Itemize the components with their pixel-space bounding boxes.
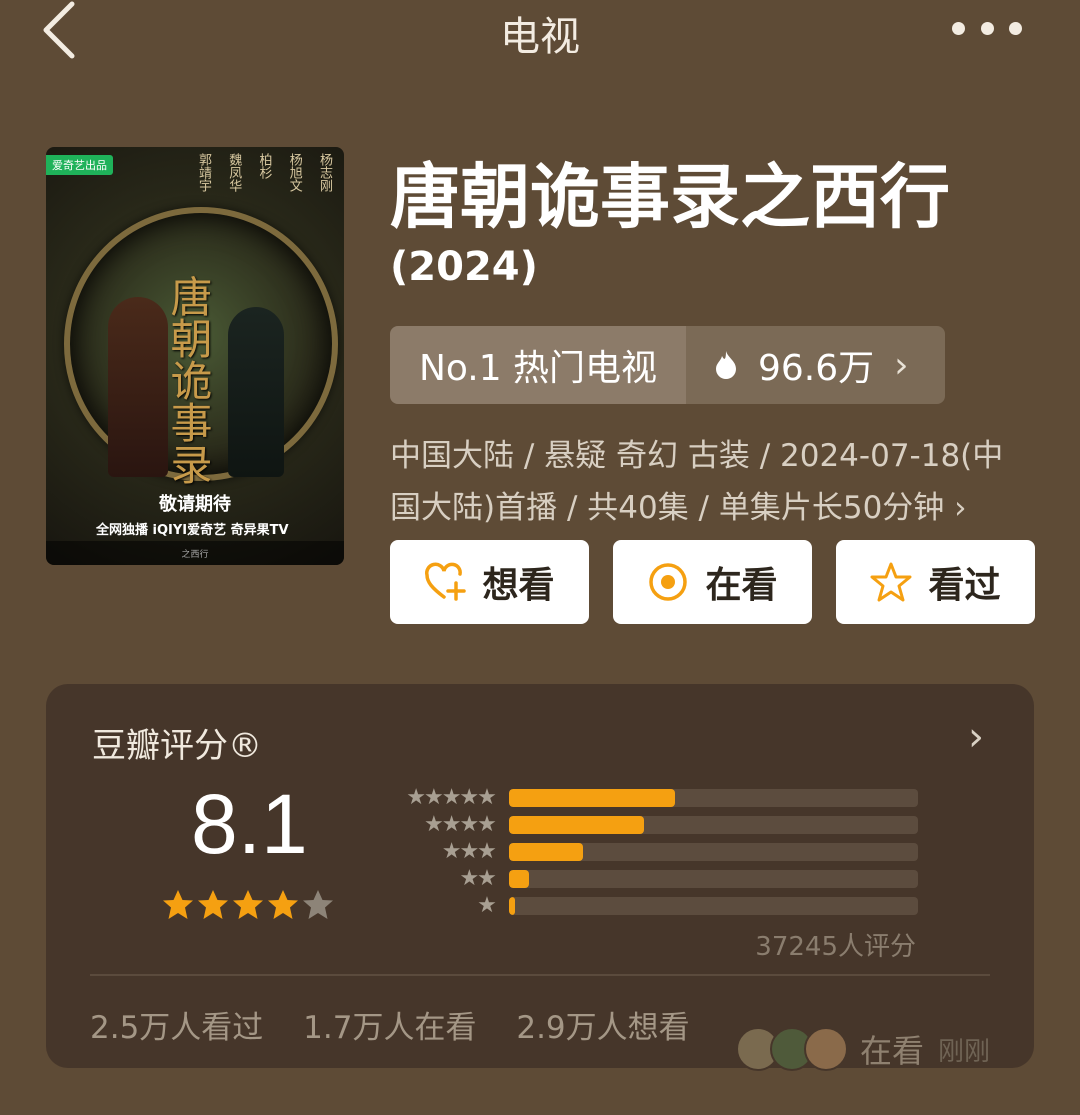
chevron-right-icon: › — [894, 344, 909, 386]
distribution-row: ★ — [378, 892, 918, 919]
poster-platform-text: 全网独播 iQIYI爱奇艺 奇异果TV — [96, 523, 289, 538]
rating-count: 37245人评分 — [755, 932, 916, 962]
watching-count: 1.7万人在看 — [303, 1010, 477, 1046]
distribution-bar-fill — [508, 788, 675, 807]
rank-label: No.1 热门电视 — [390, 326, 686, 404]
watched-count: 2.5万人看过 — [90, 1010, 264, 1046]
poster-cast-name: 魏凤华 — [226, 153, 242, 192]
poster-production-tag: 爱奇艺出品 — [46, 155, 113, 175]
heat-section: 96.6万 › — [686, 326, 945, 404]
distribution-stars-label: ★ — [477, 893, 497, 918]
watching-button[interactable]: 在看 — [613, 540, 812, 624]
star-filled-icon — [233, 890, 263, 919]
watch-stats: 2.5万人看过 1.7万人在看 2.9万人想看 — [90, 1002, 720, 1047]
avatar-group — [735, 1027, 848, 1071]
watched-label: 看过 — [928, 565, 1001, 606]
star-outline-icon — [870, 562, 912, 602]
watched-button[interactable]: 看过 — [836, 540, 1035, 624]
distribution-stars-label: ★★ — [459, 866, 496, 891]
distribution-bar-track — [508, 842, 918, 861]
distribution-bar-fill — [508, 815, 644, 834]
page-title: 电视 — [500, 14, 580, 60]
star-empty-icon — [303, 890, 333, 919]
heat-value: 96.6万 — [758, 348, 875, 389]
activity-time: 刚刚 — [937, 1036, 990, 1067]
distribution-stars-label: ★★★★★ — [406, 785, 497, 810]
movie-title: 唐朝诡事录之西行 — [390, 156, 950, 238]
star-filled-icon — [163, 890, 193, 919]
douban-rating-card[interactable]: 豆瓣评分® › 8.1 ★★★★★ ★★★★ ★★★ ★★ ★ 37245人评分 2.5… — [46, 684, 1034, 1071]
distribution-row: ★★★★ — [378, 811, 918, 838]
poster-expect-text: 敬请期待 — [159, 494, 231, 515]
rating-score: 8.1 — [191, 777, 308, 871]
want-label: 想看 — [482, 565, 555, 606]
divider — [90, 974, 990, 976]
movie-year: (2024) — [390, 244, 538, 290]
movie-meta-info[interactable]: 中国大陆 / 悬疑 奇幻 古装 / 2024-07-18(中国大陆)首播 / 共… — [390, 430, 1030, 534]
poster-cast-name: 郭靖宇 — [196, 153, 211, 192]
chevron-right-icon[interactable]: › — [968, 714, 984, 760]
poster-cast-name: 杨志刚 — [317, 153, 332, 192]
target-circle-icon — [649, 563, 688, 601]
watching-label: 在看 — [705, 565, 778, 606]
poster-cast-list: 郭靖宇 魏凤华 柏杉 杨旭文 杨志刚 — [194, 153, 334, 192]
distribution-bar-track — [508, 896, 918, 915]
rating-card-title: 豆瓣评分® — [92, 726, 262, 766]
rating-stars — [162, 889, 334, 921]
heart-plus-icon — [425, 562, 467, 601]
top-bar: 电视 — [0, 0, 1080, 62]
distribution-stars-label: ★★★ — [441, 839, 497, 864]
recent-activity[interactable]: 在看 刚刚 — [735, 1026, 990, 1072]
distribution-bar-fill — [508, 842, 583, 861]
poster-figure-left — [108, 297, 168, 477]
poster-calligraphy-title: 唐朝诡事录 — [164, 275, 213, 485]
avatar — [803, 1027, 848, 1071]
poster-cast-name: 杨旭文 — [286, 153, 302, 192]
more-options-button[interactable] — [952, 22, 1022, 36]
dot-icon — [1009, 22, 1022, 35]
distribution-bar-fill — [508, 896, 516, 915]
star-filled-icon — [198, 890, 228, 919]
poster-image[interactable]: 爱奇艺出品 郭靖宇 魏凤华 柏杉 杨旭文 杨志刚 唐朝诡事录 敬请期待 全网独播… — [46, 147, 344, 565]
dot-icon — [952, 22, 965, 35]
activity-label: 在看 — [859, 1032, 924, 1070]
poster-footer-subtitle: 之西行 — [181, 549, 209, 560]
distribution-bar-track — [508, 788, 918, 807]
distribution-bar-fill — [508, 869, 530, 888]
star-filled-icon — [268, 890, 298, 919]
distribution-row: ★★★ — [378, 838, 918, 865]
poster-cast-name: 柏杉 — [256, 153, 272, 179]
poster-footer: 之西行 — [46, 541, 344, 565]
ranking-banner[interactable]: No.1 热门电视 96.6万 › — [390, 326, 945, 404]
distribution-bar-track — [508, 869, 918, 888]
dot-icon — [980, 22, 994, 35]
want-count: 2.9万人想看 — [516, 1010, 690, 1046]
distribution-row: ★★ — [378, 865, 918, 892]
distribution-row: ★★★★★ — [378, 784, 918, 811]
distribution-bar-track — [508, 815, 918, 834]
fire-icon — [716, 351, 736, 379]
rating-distribution: ★★★★★ ★★★★ ★★★ ★★ ★ — [378, 784, 918, 919]
distribution-stars-label: ★★★★ — [424, 812, 497, 837]
want-to-watch-button[interactable]: 想看 — [390, 540, 589, 624]
poster-figure-right — [228, 307, 284, 477]
